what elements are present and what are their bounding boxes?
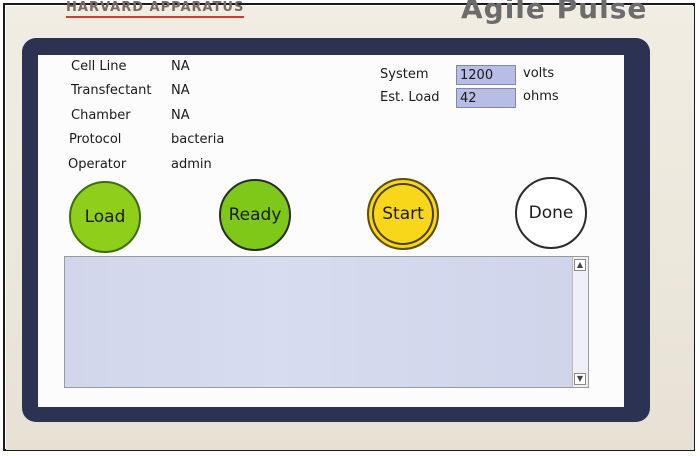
operator-value: admin: [171, 157, 212, 172]
load-button-label: Load: [84, 207, 126, 227]
est-load-label: Est. Load: [380, 90, 440, 105]
est-load-field[interactable]: 42: [456, 88, 516, 108]
log-textarea[interactable]: ▲ ▼: [64, 256, 589, 388]
transfectant-label: Transfectant: [71, 83, 152, 98]
ready-button[interactable]: Ready: [219, 179, 291, 251]
ready-button-label: Ready: [228, 205, 282, 225]
operator-label: Operator: [68, 157, 127, 172]
brand-logo-left: HARVARD APPARATUS: [66, 0, 245, 18]
done-button-label: Done: [528, 203, 574, 223]
system-label: System: [380, 67, 429, 82]
chamber-label: Chamber: [71, 108, 131, 123]
start-button-label: Start: [382, 204, 424, 224]
done-button[interactable]: Done: [515, 177, 587, 249]
log-scrollbar[interactable]: ▲ ▼: [572, 257, 588, 387]
protocol-value: bacteria: [171, 132, 225, 147]
cell-line-label: Cell Line: [71, 59, 127, 74]
brand-logo-right: Agile Pulse: [461, 0, 648, 25]
cell-line-value: NA: [171, 59, 190, 74]
start-button[interactable]: Start: [367, 178, 439, 250]
scroll-down-arrow-icon[interactable]: ▼: [574, 373, 586, 385]
touch-screen: Cell Line NA Transfectant NA Chamber NA …: [38, 55, 624, 407]
est-load-unit: ohms: [523, 89, 559, 104]
system-unit: volts: [523, 66, 555, 81]
system-voltage-field[interactable]: 1200: [456, 65, 516, 85]
transfectant-value: NA: [171, 83, 190, 98]
scroll-up-arrow-icon[interactable]: ▲: [574, 259, 586, 271]
load-button[interactable]: Load: [69, 181, 141, 253]
protocol-label: Protocol: [69, 132, 122, 147]
chamber-value: NA: [171, 108, 190, 123]
